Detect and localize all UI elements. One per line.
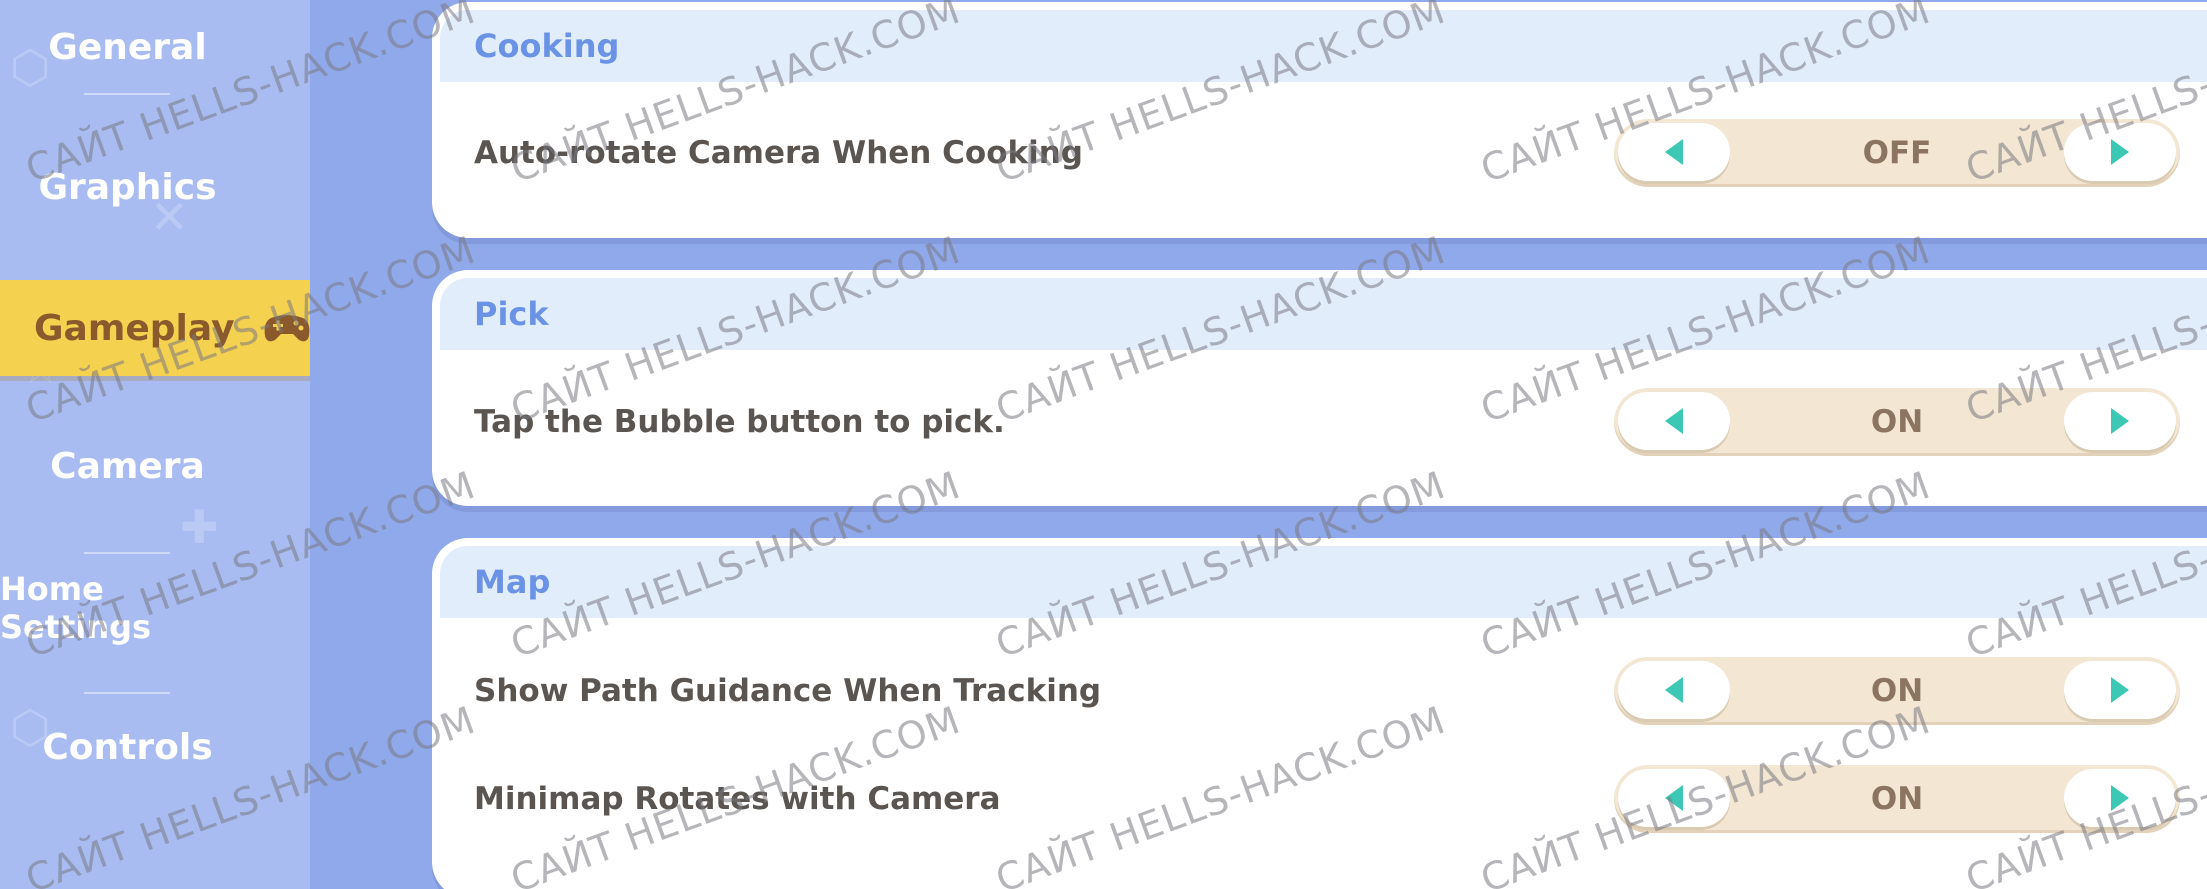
sidebar-divider (84, 552, 170, 554)
previous-option-button[interactable] (1618, 392, 1730, 450)
setting-label: Tap the Bubble button to pick. (474, 404, 1005, 440)
section-header: Pick (440, 278, 2207, 350)
sidebar-item-graphics[interactable]: Graphics (0, 157, 255, 217)
arrow-left-icon (1665, 677, 1683, 703)
arrow-left-icon (1665, 139, 1683, 165)
setting-row: Tap the Bubble button to pick. ON (432, 382, 2207, 462)
sidebar-item-label: Gameplay (34, 307, 235, 349)
sidebar-pattern-icon: ✚ (180, 500, 219, 554)
previous-option-button[interactable] (1618, 661, 1730, 719)
sidebar-item-general[interactable]: General (0, 17, 255, 77)
next-option-button[interactable] (2064, 123, 2176, 181)
gamepad-icon (264, 315, 309, 342)
sidebar-item-label: Camera (50, 445, 205, 487)
sidebar-item-home-settings[interactable]: Home Settings (0, 570, 255, 646)
setting-label: Minimap Rotates with Camera (474, 781, 1001, 817)
next-option-button[interactable] (2064, 769, 2176, 827)
section-header: Map (440, 546, 2207, 618)
section-pick: Pick Tap the Bubble button to pick. ON (432, 270, 2207, 506)
sidebar-item-gameplay[interactable]: Gameplay (0, 280, 363, 376)
setting-label: Auto-rotate Camera When Cooking (474, 135, 1083, 171)
arrow-right-icon (2111, 408, 2129, 434)
section-map: Map Show Path Guidance When Tracking ON … (432, 538, 2207, 889)
section-title: Map (474, 563, 551, 601)
section-title: Pick (474, 295, 549, 333)
arrow-right-icon (2111, 785, 2129, 811)
sidebar-item-label: General (48, 26, 207, 68)
section-header: Cooking (440, 10, 2207, 82)
sidebar-divider (84, 93, 170, 95)
section-title: Cooking (474, 27, 620, 65)
setting-toggle: OFF (1614, 119, 2180, 187)
setting-toggle: ON (1614, 765, 2180, 833)
section-cooking: Cooking Auto-rotate Camera When Cooking … (432, 2, 2207, 238)
previous-option-button[interactable] (1618, 769, 1730, 827)
next-option-button[interactable] (2064, 392, 2176, 450)
setting-row: Show Path Guidance When Tracking ON (432, 651, 2207, 731)
sidebar-divider (84, 692, 170, 694)
arrow-right-icon (2111, 139, 2129, 165)
setting-row: Minimap Rotates with Camera ON (432, 759, 2207, 839)
setting-toggle: ON (1614, 388, 2180, 456)
sidebar-item-camera[interactable]: Camera (0, 436, 255, 496)
arrow-left-icon (1665, 785, 1683, 811)
next-option-button[interactable] (2064, 661, 2176, 719)
sidebar-item-label: Home Settings (0, 570, 152, 646)
setting-row: Auto-rotate Camera When Cooking OFF (432, 113, 2207, 193)
arrow-left-icon (1665, 408, 1683, 434)
setting-label: Show Path Guidance When Tracking (474, 673, 1102, 709)
sidebar-item-controls[interactable]: Controls (0, 717, 255, 777)
previous-option-button[interactable] (1618, 123, 1730, 181)
arrow-right-icon (2111, 677, 2129, 703)
sidebar-item-label: Graphics (38, 166, 217, 208)
sidebar-item-label: Controls (42, 726, 213, 768)
setting-toggle: ON (1614, 657, 2180, 725)
